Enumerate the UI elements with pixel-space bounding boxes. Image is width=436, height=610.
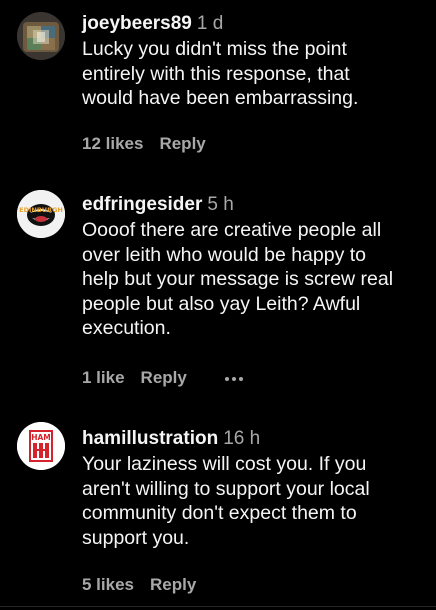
divider (0, 606, 436, 607)
comment-timestamp[interactable]: 16 h (223, 428, 260, 449)
comment-text-line: support you. (82, 526, 190, 549)
avatar[interactable]: HAM (17, 422, 65, 470)
comment-actions: 5 likes Reply (82, 573, 196, 597)
comment-username[interactable]: hamillustration (82, 428, 218, 449)
avatar-logo-text: HAM (31, 433, 51, 442)
like-count-button[interactable]: 5 likes (82, 575, 134, 594)
comment-text-line: community don't expect them to (82, 502, 357, 524)
reply-button[interactable]: Reply (150, 575, 196, 594)
comment-item: HAM hamillustration 16 h Your laziness wi… (0, 0, 436, 600)
comment-text-line: Your laziness will cost you. If you (82, 453, 367, 475)
comment-text-line: aren't willing to support your local (82, 477, 370, 500)
comment-text: Your laziness will cost you. If you aren… (82, 452, 422, 550)
ham-logo-icon: HAM (17, 422, 65, 470)
